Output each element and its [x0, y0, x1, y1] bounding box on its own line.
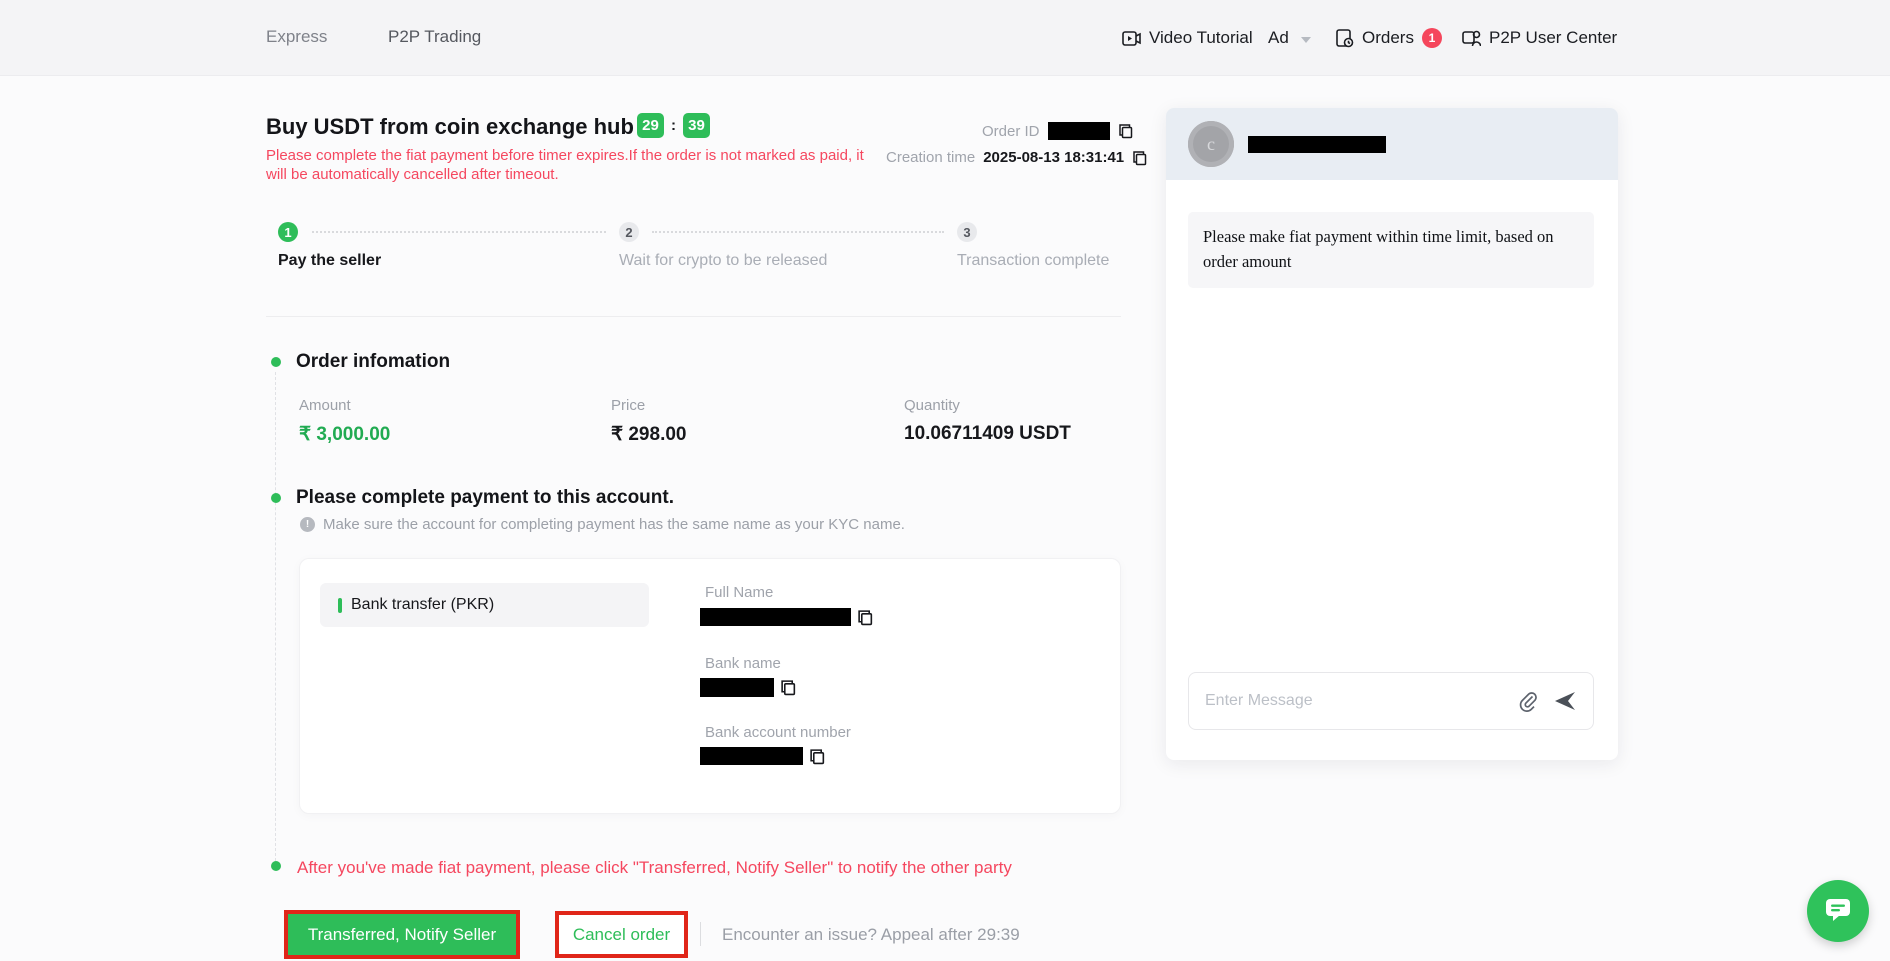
copy-full-name-icon[interactable]	[857, 609, 874, 626]
appeal-text: Encounter an issue? Appeal after 29:39	[722, 925, 1020, 945]
send-icon[interactable]	[1554, 691, 1577, 711]
bank-name-value-row	[700, 678, 797, 697]
order-id-redacted	[1048, 122, 1110, 140]
orders-icon	[1336, 29, 1354, 48]
order-id-label: Order ID	[982, 123, 1040, 140]
cancel-order-button[interactable]: Cancel order	[559, 915, 684, 954]
kyc-note-text: Make sure the account for completing pay…	[323, 516, 905, 533]
full-name-value-row	[700, 608, 874, 626]
timeline-dot	[271, 861, 281, 871]
transferred-notify-seller-button[interactable]: Transferred, Notify Seller	[288, 914, 516, 955]
step-2-label: Wait for crypto to be released	[619, 252, 827, 270]
nav-ad-menu[interactable]: Ad	[1268, 0, 1311, 76]
timeline-dot	[271, 357, 281, 367]
full-name-label: Full Name	[705, 584, 773, 601]
orders-label: Orders	[1362, 28, 1414, 48]
timeline-dot	[271, 493, 281, 503]
p2p-order-page: Express P2P Trading Video Tutorial Ad	[0, 0, 1890, 961]
step-2-circle: 2	[619, 222, 639, 242]
quantity-label: Quantity	[904, 397, 960, 414]
timer-seconds: 39	[683, 113, 710, 138]
timeline-dashed-line	[275, 372, 276, 866]
counterparty-name-redacted	[1248, 136, 1386, 153]
p2p-user-center-icon	[1462, 29, 1481, 47]
timeout-warning: Please complete the fiat payment before …	[266, 146, 876, 184]
video-tutorial-icon	[1122, 30, 1141, 47]
step-3-circle: 3	[957, 222, 977, 242]
bank-account-number-label: Bank account number	[705, 724, 851, 741]
copy-bank-name-icon[interactable]	[780, 679, 797, 696]
step-connector	[312, 231, 606, 233]
full-name-redacted	[700, 608, 851, 626]
nav-p2p-user-center[interactable]: P2P User Center	[1462, 0, 1617, 76]
creation-time-label: Creation time	[886, 149, 975, 166]
copy-bank-account-icon[interactable]	[809, 748, 826, 765]
copy-order-id-icon[interactable]	[1118, 123, 1134, 139]
copy-creation-time-icon[interactable]	[1132, 150, 1148, 166]
step-connector	[652, 231, 944, 233]
attachment-icon[interactable]	[1518, 691, 1538, 712]
nav-video-tutorial[interactable]: Video Tutorial	[1122, 0, 1253, 76]
info-icon: !	[300, 517, 315, 532]
nav-tab-express[interactable]: Express	[266, 27, 327, 47]
top-nav: Express P2P Trading Video Tutorial Ad	[0, 0, 1890, 76]
timer-separator: :	[671, 117, 676, 134]
chat-header: c	[1166, 108, 1618, 180]
step-1-circle: 1	[278, 222, 298, 242]
video-tutorial-label: Video Tutorial	[1149, 28, 1253, 48]
payment-account-card: Bank transfer (PKR) Full Name Bank name	[299, 558, 1121, 814]
nav-tab-p2p-trading[interactable]: P2P Trading	[388, 27, 481, 47]
order-id-row: Order ID	[982, 122, 1134, 140]
amount-label: Amount	[299, 397, 351, 414]
chat-panel: c Please make fiat payment within time l…	[1166, 108, 1618, 760]
page-title: Buy USDT from coin exchange hub	[266, 114, 634, 140]
chat-message-input[interactable]	[1205, 692, 1518, 710]
step-3-label: Transaction complete	[957, 252, 1109, 270]
step-1-label: Pay the seller	[278, 252, 381, 270]
orders-count-badge: 1	[1422, 28, 1442, 48]
nav-orders[interactable]: Orders 1	[1336, 0, 1442, 76]
quantity-value: 10.06711409 USDT	[904, 423, 1071, 445]
payment-timer: 29 : 39	[637, 113, 710, 138]
bank-account-number-redacted	[700, 747, 803, 765]
chat-bubble-icon	[1823, 895, 1853, 928]
counterparty-avatar[interactable]: c	[1188, 121, 1234, 167]
payment-method-tab[interactable]: Bank transfer (PKR)	[320, 583, 649, 627]
payment-method-label: Bank transfer (PKR)	[351, 596, 494, 614]
divider	[266, 316, 1121, 317]
kyc-note: ! Make sure the account for completing p…	[300, 516, 905, 533]
bank-name-label: Bank name	[705, 655, 781, 672]
support-chat-fab[interactable]	[1807, 880, 1869, 942]
cancel-button-highlight: Cancel order	[555, 911, 688, 958]
price-value: ₹ 298.00	[611, 423, 686, 446]
divider	[700, 922, 701, 946]
chat-input-box	[1188, 672, 1594, 730]
bank-account-number-value-row	[700, 747, 826, 765]
creation-time-value: 2025-08-13 18:31:41	[983, 149, 1124, 166]
chevron-down-icon	[1301, 37, 1311, 43]
active-method-indicator	[338, 598, 342, 613]
order-info-heading: Order infomation	[296, 351, 450, 373]
timer-minutes: 29	[637, 113, 664, 138]
payment-heading: Please complete payment to this account.	[296, 487, 674, 509]
price-label: Price	[611, 397, 645, 414]
payment-instruction: After you've made fiat payment, please c…	[297, 858, 1012, 878]
amount-value: ₹ 3,000.00	[299, 423, 390, 446]
ad-label: Ad	[1268, 28, 1289, 48]
chat-message-bubble: Please make fiat payment within time lim…	[1188, 212, 1594, 288]
bank-name-redacted	[700, 678, 774, 697]
p2p-user-center-label: P2P User Center	[1489, 28, 1617, 48]
transferred-button-highlight: Transferred, Notify Seller	[284, 910, 520, 959]
creation-time-row: Creation time 2025-08-13 18:31:41	[886, 149, 1148, 166]
